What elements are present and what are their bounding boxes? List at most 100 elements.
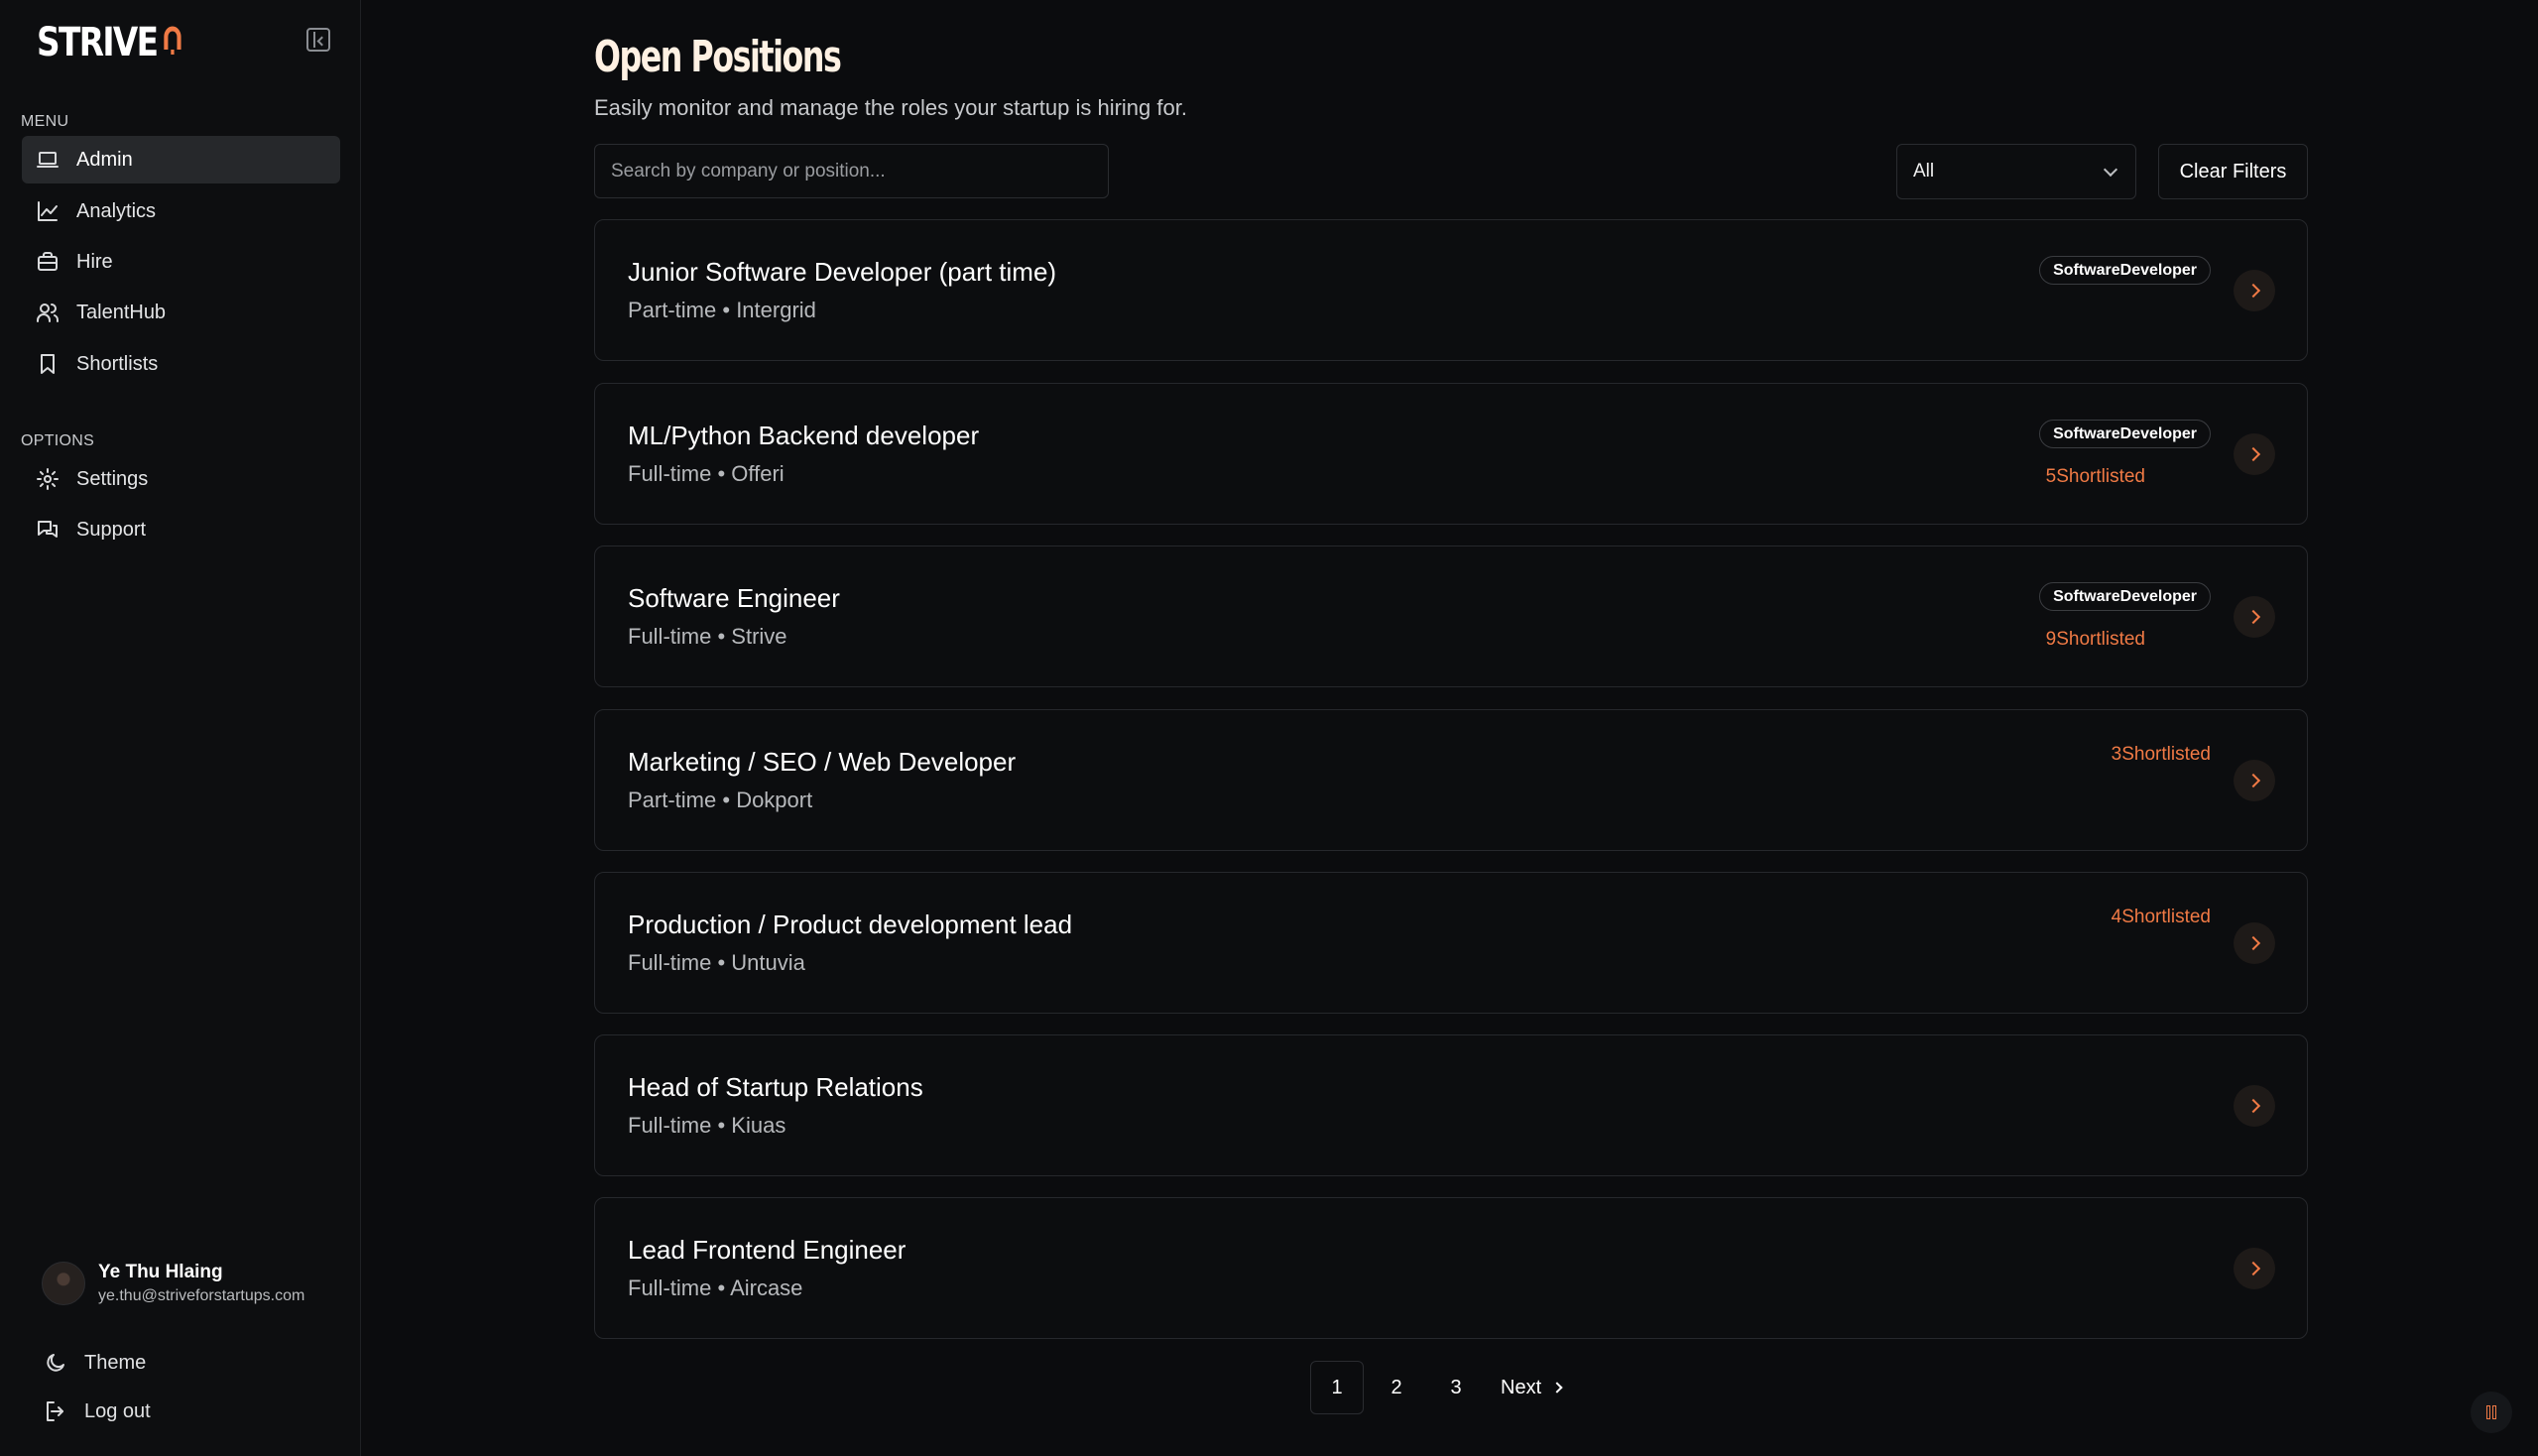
page-3-button[interactable]: 3 (1429, 1361, 1483, 1414)
job-meta: Full-time • Aircase (628, 1275, 803, 1300)
job-type: Full-time (628, 1275, 712, 1300)
job-company: Offeri (731, 461, 785, 486)
job-meta: Full-time • Offeri (628, 461, 785, 486)
page-1-button[interactable]: 1 (1310, 1361, 1364, 1414)
dev-tools-icon[interactable] (2471, 1392, 2512, 1433)
chevron-right-icon[interactable] (2234, 921, 2275, 964)
sidebar-item-label: Admin (76, 148, 133, 171)
chart-line-icon (34, 197, 61, 225)
job-type: Full-time (628, 624, 712, 649)
user-email: ye.thu@striveforstartups.com (98, 1287, 305, 1304)
chevron-right-icon (1551, 1382, 1563, 1394)
filter-select[interactable]: All (1896, 144, 2136, 199)
job-meta: Part-time • Intergrid (628, 298, 816, 322)
job-company: Aircase (730, 1275, 803, 1300)
briefcase-icon (34, 248, 61, 276)
sidebar-item-label: Shortlists (76, 352, 159, 375)
chevron-right-icon[interactable] (2234, 1247, 2275, 1289)
sidebar-item-admin[interactable]: Admin (22, 136, 340, 183)
shortlisted-count: 5Shortlisted (2045, 466, 2145, 487)
job-meta: Part-time • Dokport (628, 788, 813, 812)
job-title: Software Engineer (628, 583, 840, 613)
sidebar-item-label: Support (76, 518, 147, 541)
job-card[interactable]: Marketing / SEO / Web Developer Part-tim… (594, 709, 2308, 851)
sidebar: STRIVE MENU Admin Analytics Hire TalentH… (0, 0, 361, 1456)
job-title: Head of Startup Relations (628, 1072, 923, 1102)
job-type: Full-time (628, 461, 712, 486)
job-tag: SoftwareDeveloper (2039, 256, 2211, 285)
logout-button[interactable]: Log out (42, 1397, 151, 1425)
job-card[interactable]: Software Engineer Full-time • Strive Sof… (594, 546, 2308, 687)
laptop-icon (34, 146, 61, 174)
page-2-button[interactable]: 2 (1370, 1361, 1423, 1414)
sidebar-collapse-icon[interactable] (306, 28, 330, 52)
chevron-right-icon[interactable] (2234, 1084, 2275, 1127)
page-subtitle: Easily monitor and manage the roles your… (594, 95, 1187, 120)
job-title: Lead Frontend Engineer (628, 1235, 906, 1265)
options-section-label: OPTIONS (21, 432, 95, 449)
brand-name: STRIVE (37, 20, 159, 65)
job-type: Full-time (628, 950, 712, 975)
job-type: Full-time (628, 1113, 712, 1138)
sidebar-item-shortlists[interactable]: Shortlists (22, 340, 340, 388)
sidebar-item-talenthub[interactable]: TalentHub (22, 289, 340, 336)
job-tag: SoftwareDeveloper (2039, 582, 2211, 611)
shortlisted-count: 9Shortlisted (2045, 629, 2145, 650)
job-company: Intergrid (736, 298, 816, 322)
job-meta: Full-time • Strive (628, 624, 787, 649)
job-company: Untuvia (731, 950, 805, 975)
chevron-right-icon[interactable] (2234, 595, 2275, 638)
sidebar-item-label: Hire (76, 250, 113, 273)
sidebar-item-label: Analytics (76, 199, 157, 222)
job-title: Marketing / SEO / Web Developer (628, 747, 1017, 777)
job-meta: Full-time • Kiuas (628, 1113, 786, 1138)
sidebar-item-analytics[interactable]: Analytics (22, 187, 340, 235)
job-type: Part-time (628, 788, 717, 812)
sidebar-item-label: Settings (76, 467, 149, 490)
shortlisted-count: 3Shortlisted (2111, 744, 2211, 765)
sidebar-item-hire[interactable]: Hire (22, 238, 340, 286)
logo-mark-icon (164, 20, 181, 65)
chevron-right-icon[interactable] (2234, 759, 2275, 801)
bookmark-icon (34, 350, 61, 378)
job-company: Kiuas (731, 1113, 786, 1138)
job-tag: SoftwareDeveloper (2039, 420, 2211, 448)
job-type: Part-time (628, 298, 717, 322)
next-page-button[interactable]: Next (1501, 1376, 1563, 1399)
job-title: ML/Python Backend developer (628, 421, 980, 450)
next-label: Next (1501, 1376, 1542, 1398)
search-input[interactable] (594, 144, 1109, 198)
avatar (42, 1262, 85, 1305)
job-title: Production / Product development lead (628, 910, 1073, 939)
messages-icon (34, 516, 61, 544)
job-company: Dokport (736, 788, 813, 812)
chevron-right-icon[interactable] (2234, 269, 2275, 311)
moon-icon (42, 1349, 69, 1377)
chevron-right-icon[interactable] (2234, 432, 2275, 475)
logout-label: Log out (84, 1399, 151, 1422)
job-card[interactable]: ML/Python Backend developer Full-time • … (594, 383, 2308, 525)
users-icon (34, 299, 61, 326)
user-profile[interactable]: Ye Thu Hlaing ye.thu@striveforstartups.c… (42, 1262, 304, 1305)
theme-toggle[interactable]: Theme (42, 1349, 146, 1377)
page-title: Open Positions (594, 32, 842, 82)
job-card[interactable]: Junior Software Developer (part time) Pa… (594, 219, 2308, 361)
logout-icon (42, 1397, 69, 1425)
strive-logo[interactable]: STRIVE (37, 20, 181, 65)
pagination: 1 2 3 Next (1310, 1361, 1563, 1414)
sidebar-item-support[interactable]: Support (22, 506, 340, 553)
sidebar-item-label: TalentHub (76, 301, 167, 323)
shortlisted-count: 4Shortlisted (2111, 907, 2211, 927)
clear-filters-button[interactable]: Clear Filters (2158, 144, 2308, 199)
job-title: Junior Software Developer (part time) (628, 257, 1057, 287)
filter-select-value: All (1913, 161, 1935, 182)
gear-icon (34, 465, 61, 493)
job-card[interactable]: Production / Product development lead Fu… (594, 872, 2308, 1014)
sidebar-item-settings[interactable]: Settings (22, 455, 340, 503)
menu-section-label: MENU (21, 113, 69, 130)
job-meta: Full-time • Untuvia (628, 950, 805, 975)
job-card[interactable]: Head of Startup Relations Full-time • Ki… (594, 1034, 2308, 1176)
job-company: Strive (731, 624, 787, 649)
chevron-down-icon (2103, 162, 2118, 178)
job-card[interactable]: Lead Frontend Engineer Full-time • Airca… (594, 1197, 2308, 1339)
